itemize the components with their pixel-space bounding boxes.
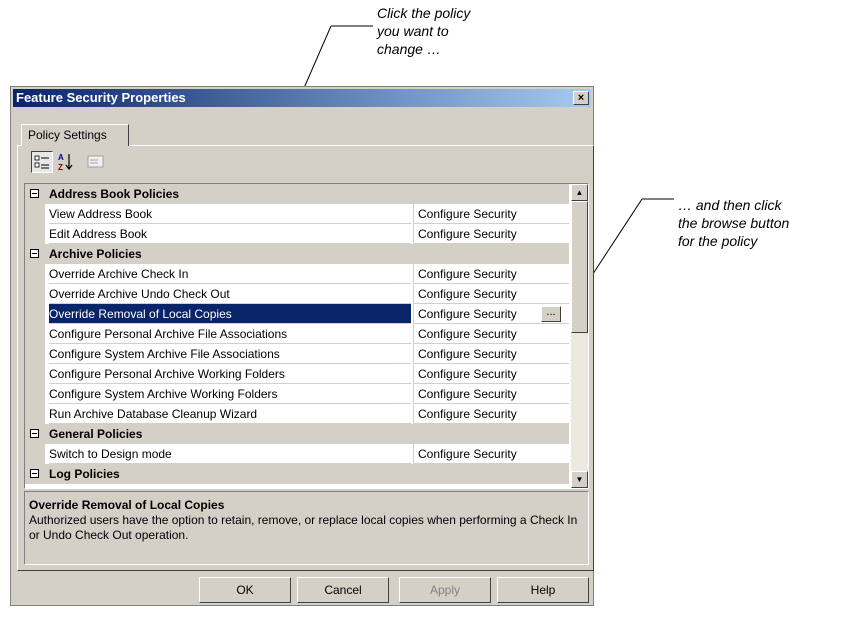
policy-value: Configure Security (413, 284, 569, 304)
policy-row[interactable]: Switch to Design mode Configure Security (25, 444, 569, 464)
policy-row[interactable]: Configure Personal Archive Working Folde… (25, 364, 569, 384)
category-name: Address Book Policies (49, 187, 180, 201)
title-bar: Feature Security Properties × (13, 89, 591, 107)
policy-name: Override Archive Check In (49, 264, 411, 284)
svg-text:A: A (58, 153, 64, 162)
dialog-title: Feature Security Properties (16, 90, 186, 105)
row-gutter (25, 304, 45, 324)
category-row[interactable]: Address Book Policies (25, 184, 569, 204)
policy-name: Switch to Design mode (49, 444, 411, 464)
policy-property-grid: Address Book Policies View Address Book Co… (24, 183, 589, 489)
row-gutter (25, 404, 45, 424)
policy-value: Configure Security (413, 324, 569, 344)
row-gutter (25, 384, 45, 404)
scroll-down-icon: ▼ (575, 475, 584, 484)
row-gutter (25, 364, 45, 384)
scroll-up-button[interactable]: ▲ (571, 184, 588, 201)
collapse-icon[interactable] (30, 469, 39, 478)
row-gutter (25, 264, 45, 284)
apply-button[interactable]: Apply (399, 577, 491, 603)
property-pages-button[interactable] (85, 151, 107, 173)
policy-name: Override Archive Undo Check Out (49, 284, 411, 304)
scroll-down-button[interactable]: ▼ (571, 471, 588, 488)
policy-value: Configure Security (413, 444, 569, 464)
row-gutter (25, 204, 45, 224)
policy-name: Configure System Archive Working Folders (49, 384, 411, 404)
row-gutter (25, 284, 45, 304)
callout-click-policy: Click the policy you want to change … (377, 5, 471, 57)
help-button[interactable]: Help (497, 577, 589, 603)
policy-value: Configure Security (413, 404, 569, 424)
policy-row[interactable]: Edit Address Book Configure Security (25, 224, 569, 244)
policy-row[interactable]: Configure Personal Archive File Associat… (25, 324, 569, 344)
description-panel: Override Removal of Local Copies Authori… (24, 491, 589, 565)
policy-value: Configure Security (413, 364, 569, 384)
row-gutter (25, 444, 45, 464)
feature-security-properties-dialog: Feature Security Properties × Policy Set… (10, 86, 594, 606)
callout-browse-button: … and then click the browse button for t… (678, 197, 790, 249)
policy-value: Configure Security (413, 344, 569, 364)
tab-policy-settings[interactable]: Policy Settings (21, 124, 129, 146)
policy-row[interactable]: Run Archive Database Cleanup Wizard Confi… (25, 404, 569, 424)
category-row[interactable]: General Policies (25, 424, 569, 444)
category-row[interactable]: Archive Policies (25, 244, 569, 264)
categorized-icon (34, 155, 49, 169)
policy-row[interactable]: Override Archive Undo Check Out Configure… (25, 284, 569, 304)
cancel-button[interactable]: Cancel (297, 577, 389, 603)
policy-row[interactable]: View Address Book Configure Security (25, 204, 569, 224)
policy-value: Configure Security (413, 204, 569, 224)
policy-name: Configure System Archive File Associatio… (49, 344, 411, 364)
row-gutter (25, 464, 45, 484)
row-gutter (25, 224, 45, 244)
ok-button[interactable]: OK (199, 577, 291, 603)
policy-row[interactable]: Configure System Archive Working Folders… (25, 384, 569, 404)
policy-row[interactable]: Override Archive Check In Configure Secur… (25, 264, 569, 284)
alphabetical-sort-icon: A Z (58, 153, 73, 172)
row-gutter (25, 244, 45, 264)
category-row[interactable]: Log Policies (25, 464, 569, 484)
row-gutter (25, 424, 45, 444)
category-name: Archive Policies (49, 247, 142, 261)
policy-name: View Address Book (49, 204, 411, 224)
collapse-icon[interactable] (30, 249, 39, 258)
close-button[interactable]: × (573, 91, 589, 105)
scrollbar-thumb[interactable] (571, 201, 588, 333)
categorized-button[interactable] (31, 151, 53, 173)
collapse-icon[interactable] (30, 429, 39, 438)
alphabetical-button[interactable]: A Z (55, 151, 77, 173)
vertical-scrollbar[interactable]: ▲ ▼ (571, 184, 588, 488)
category-name: General Policies (49, 427, 143, 441)
policy-name: Edit Address Book (49, 224, 411, 244)
policy-name: Run Archive Database Cleanup Wizard (49, 404, 411, 424)
category-name: Log Policies (49, 467, 120, 481)
policy-name: Configure Personal Archive Working Folde… (49, 364, 411, 384)
row-gutter (25, 324, 45, 344)
row-gutter (25, 184, 45, 204)
close-icon: × (577, 92, 585, 104)
policy-value: Configure Security (413, 264, 569, 284)
policy-name: Override Removal of Local Copies (49, 304, 411, 324)
policy-value: Configure Security (413, 224, 569, 244)
description-text: Authorized users have the option to reta… (29, 513, 578, 542)
svg-text:Z: Z (58, 163, 63, 172)
collapse-icon[interactable] (30, 189, 39, 198)
scroll-up-icon: ▲ (575, 188, 584, 197)
policy-row[interactable]: Override Removal of Local Copies Configur… (25, 304, 569, 324)
description-title: Override Removal of Local Copies (29, 498, 225, 512)
row-gutter (25, 344, 45, 364)
policy-name: Configure Personal Archive File Associat… (49, 324, 411, 344)
policy-value: Configure Security (413, 384, 569, 404)
browse-button[interactable]: ... (541, 306, 561, 322)
property-pages-icon (87, 155, 104, 168)
policy-row[interactable]: Configure System Archive File Associatio… (25, 344, 569, 364)
